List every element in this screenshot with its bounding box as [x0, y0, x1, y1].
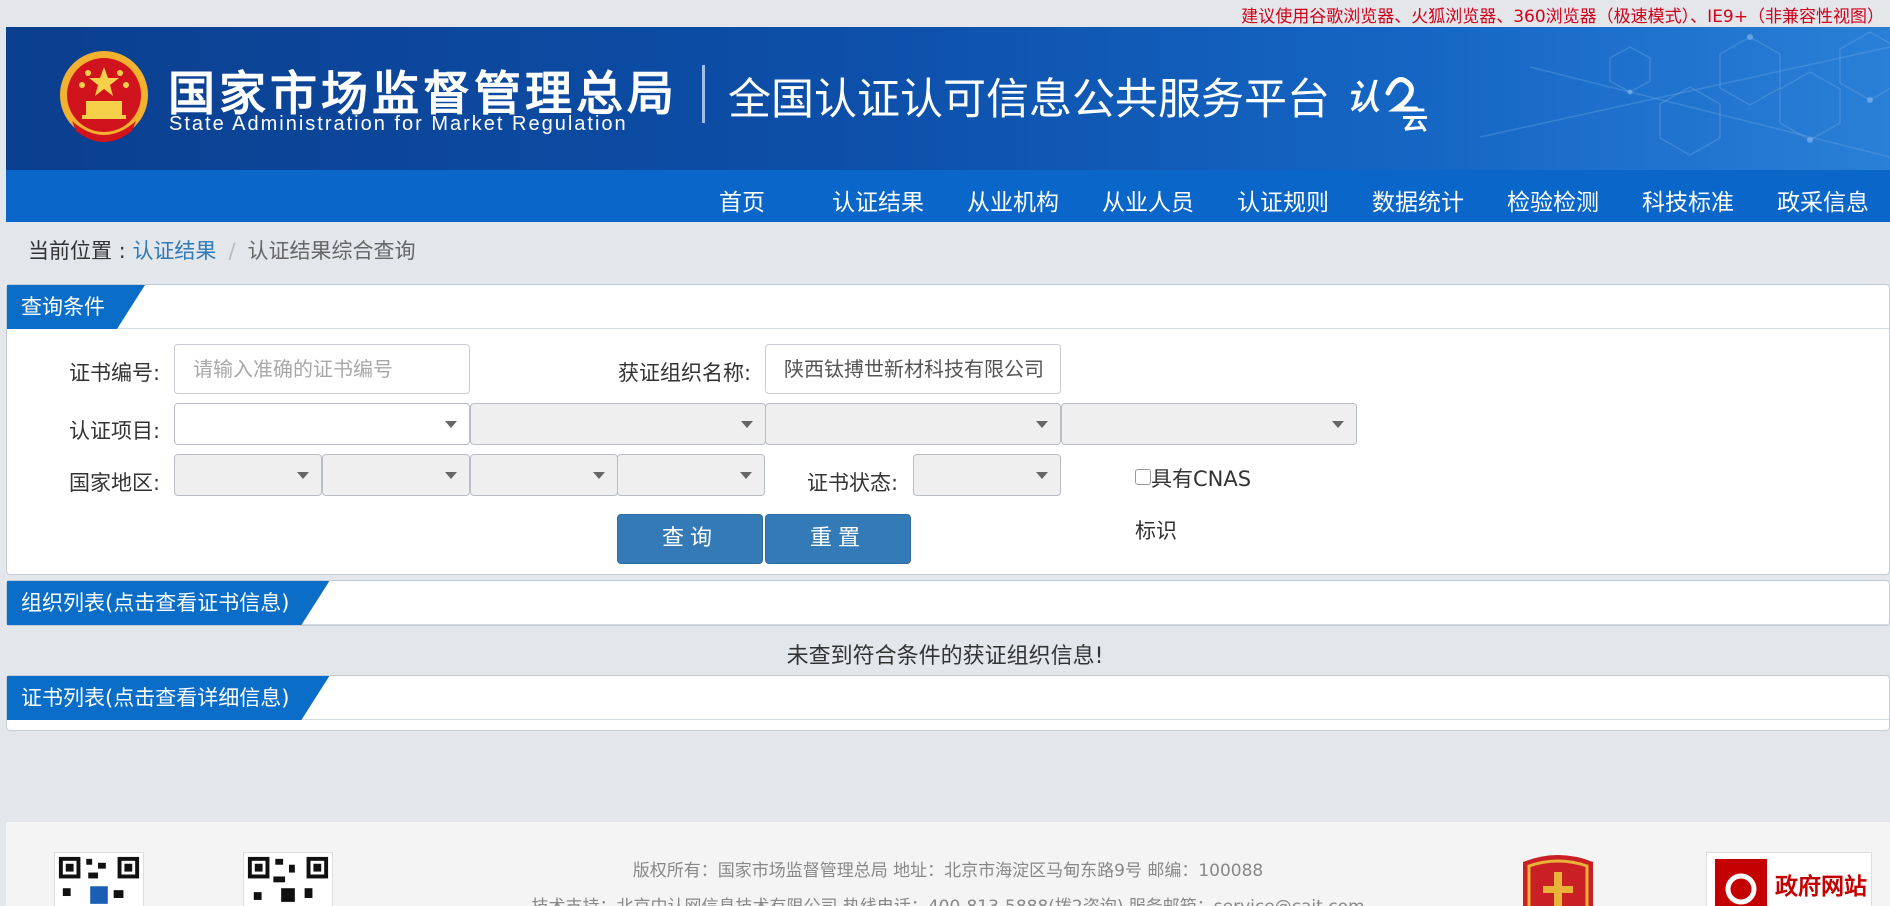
chevron-down-icon [297, 472, 309, 479]
chevron-down-icon [1036, 421, 1048, 428]
region-select-3[interactable] [470, 454, 618, 496]
top-bar: 建议使用谷歌浏览器、火狐浏览器、360浏览器（极速模式）、IE9+（非兼容性视图… [0, 0, 1890, 27]
status-label: 证书状态: [807, 471, 899, 495]
cert-no-label: 证书编号: [69, 361, 161, 385]
org-list-header: 组织列表(点击查看证书信息) [7, 581, 1889, 625]
breadcrumb-prefix: 当前位置 : [28, 239, 133, 263]
cert-list-title: 证书列表(点击查看详细信息) [7, 676, 329, 720]
breadcrumb-separator: / [228, 239, 236, 263]
footer-copyright: 版权所有：国家市场监督管理总局 地址：北京市海淀区马甸东路9号 邮编：10008… [632, 861, 1264, 881]
renyun-logo-icon: 认 云 [1346, 77, 1428, 133]
svg-text:云: 云 [1402, 106, 1428, 133]
svg-text:认: 认 [1346, 78, 1380, 118]
footer: 版权所有：国家市场监督管理总局 地址：北京市海淀区马甸东路9号 邮编：10008… [6, 822, 1890, 906]
cert-list-header: 证书列表(点击查看详细信息) [7, 676, 1889, 720]
project-select-4[interactable] [1061, 403, 1357, 445]
page: 建议使用谷歌浏览器、火狐浏览器、360浏览器（极速模式）、IE9+（非兼容性视图… [0, 0, 1890, 906]
gov-website-icon [1715, 859, 1767, 906]
platform-title: 全国认证认可信息公共服务平台 [728, 75, 1330, 125]
chevron-down-icon [1332, 421, 1344, 428]
org-name-en: State Administration for Market Regulati… [169, 113, 628, 135]
nav-cert-results[interactable]: 认证结果 [832, 183, 924, 217]
cert-no-input[interactable]: 请输入准确的证书编号 [174, 344, 470, 394]
project-label: 认证项目: [69, 419, 161, 443]
chevron-down-icon [445, 472, 457, 479]
nav-cert-rules[interactable]: 认证规则 [1237, 183, 1329, 217]
nav-statistics[interactable]: 数据统计 [1372, 183, 1464, 217]
breadcrumb-link-cert-results[interactable]: 认证结果 [132, 239, 216, 263]
region-select-2[interactable] [322, 454, 470, 496]
chevron-down-icon [593, 472, 605, 479]
project-select-2[interactable] [470, 403, 766, 445]
query-panel-title: 查询条件 [7, 285, 145, 329]
org-name-label: 获证组织名称: [618, 361, 752, 385]
reset-button[interactable]: 重置 [765, 514, 911, 564]
gov-website-label: 政府网站 [1775, 874, 1867, 900]
breadcrumb: 当前位置 : 认证结果 / 认证结果综合查询 [28, 235, 416, 265]
footer-support: 技术支持：北京中认网信息技术有限公司 热线电话：400-813-5888(拨2咨… [6, 892, 1890, 906]
query-button[interactable]: 查询 [617, 514, 763, 564]
header-divider [702, 65, 705, 123]
cnas-label: 具有CNAS标识 [1135, 467, 1252, 543]
cert-list-panel: 证书列表(点击查看详细信息) [6, 675, 1890, 731]
chevron-down-icon [445, 421, 457, 428]
nav-institutions[interactable]: 从业机构 [967, 183, 1059, 217]
query-panel: 查询条件 证书编号: 请输入准确的证书编号 获证组织名称: 陕西钛搏世新材科技有… [6, 284, 1890, 575]
main-nav: 首页 认证结果 从业机构 从业人员 认证规则 数据统计 检验检测 科技标准 政采… [6, 170, 1890, 222]
nav-standards[interactable]: 科技标准 [1642, 183, 1734, 217]
org-list-panel: 组织列表(点击查看证书信息) [6, 580, 1890, 626]
chevron-down-icon [740, 472, 752, 479]
chevron-down-icon [741, 421, 753, 428]
nav-inspection[interactable]: 检验检测 [1507, 183, 1599, 217]
project-select-3[interactable] [765, 403, 1061, 445]
gov-website-badge[interactable]: 政府网站 [1706, 852, 1872, 906]
party-emblem-icon [1523, 855, 1593, 906]
org-list-title: 组织列表(点击查看证书信息) [7, 581, 329, 625]
query-panel-header: 查询条件 [7, 285, 1889, 329]
nav-procurement[interactable]: 政采信息 [1777, 183, 1869, 217]
org-name-input[interactable]: 陕西钛搏世新材科技有限公司 [765, 344, 1061, 394]
chevron-down-icon [1036, 472, 1048, 479]
national-emblem-icon [60, 51, 148, 142]
region-select-1[interactable] [174, 454, 322, 496]
nav-personnel[interactable]: 从业人员 [1102, 183, 1194, 217]
header-banner: 国家市场监督管理总局 State Administration for Mark… [6, 27, 1890, 170]
status-select[interactable] [913, 454, 1061, 496]
org-list-empty-message: 未查到符合条件的获证组织信息! [786, 644, 1104, 669]
project-select-1[interactable] [174, 403, 470, 445]
nav-home[interactable]: 首页 [719, 183, 765, 217]
breadcrumb-current: 认证结果综合查询 [247, 239, 416, 263]
region-select-4[interactable] [617, 454, 765, 496]
browser-tip: 建议使用谷歌浏览器、火狐浏览器、360浏览器（极速模式）、IE9+（非兼容性视图… [1241, 7, 1884, 27]
region-label: 国家地区: [69, 471, 161, 495]
